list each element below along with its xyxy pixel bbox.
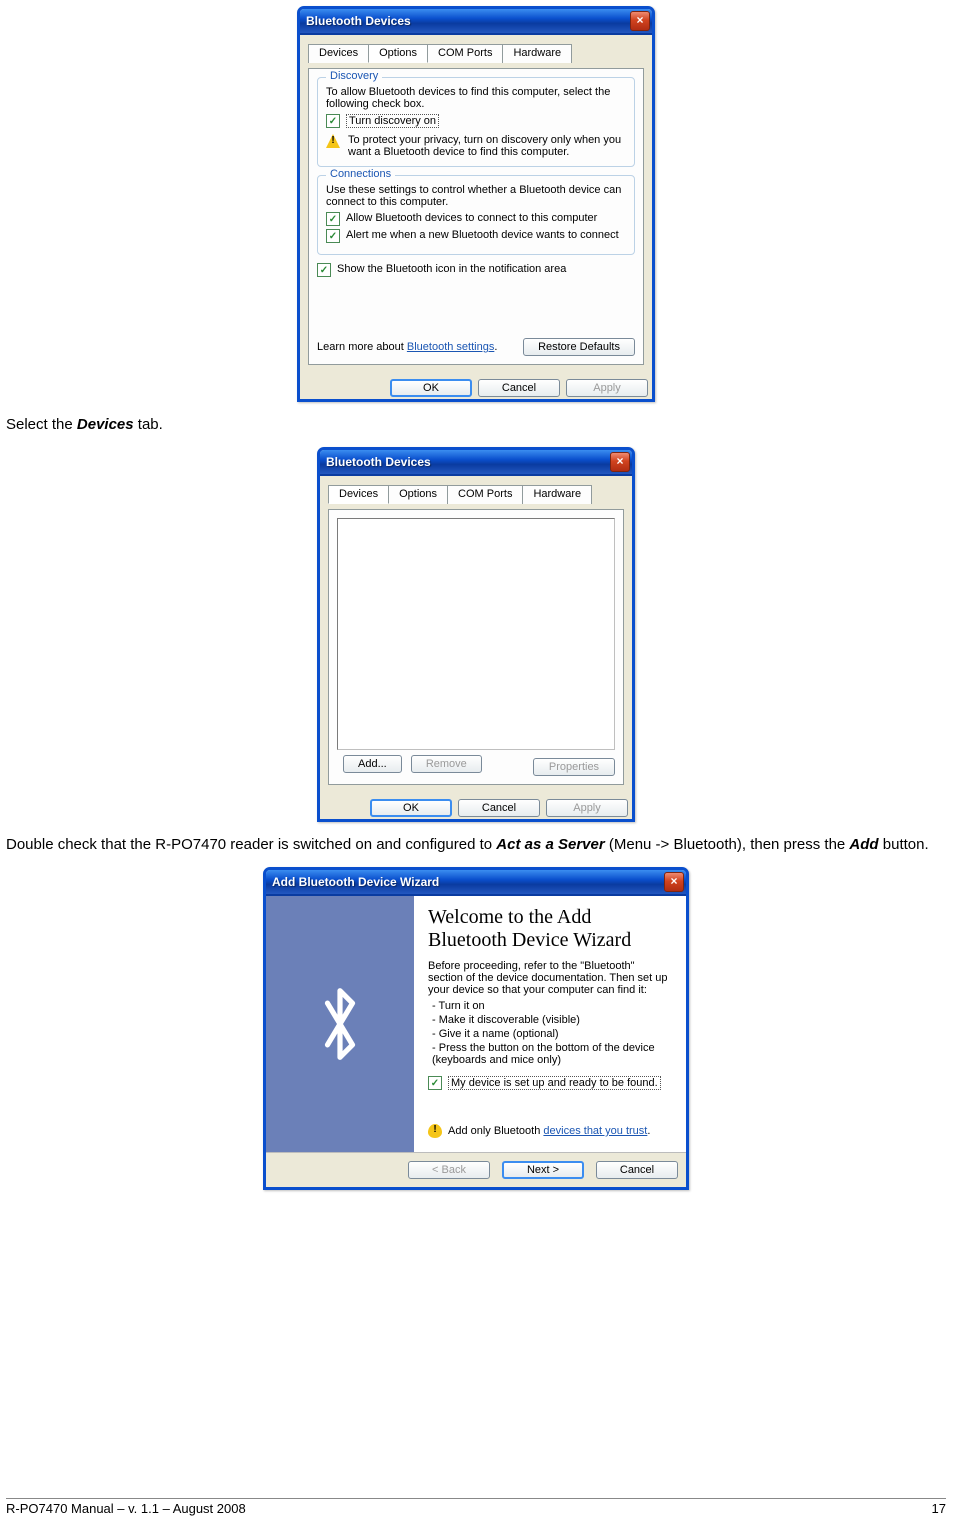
wizard-step: Turn it on xyxy=(432,1000,672,1012)
discovery-intro: To allow Bluetooth devices to find this … xyxy=(326,86,626,110)
chk-show-icon[interactable]: Show the Bluetooth icon in the notificat… xyxy=(337,263,566,275)
footer-page-number: 17 xyxy=(932,1501,946,1516)
chk-discovery-label[interactable]: Turn discovery on xyxy=(346,114,439,128)
learn-more: Learn more about Bluetooth settings. xyxy=(317,341,497,353)
chk-device-ready[interactable]: My device is set up and ready to be foun… xyxy=(448,1076,661,1090)
tab-options[interactable]: Options xyxy=(388,485,448,504)
close-icon[interactable]: × xyxy=(664,872,684,892)
tab-com-ports[interactable]: COM Ports xyxy=(447,485,523,504)
window-title: Bluetooth Devices xyxy=(306,14,411,28)
cancel-button[interactable]: Cancel xyxy=(478,379,560,397)
tab-options[interactable]: Options xyxy=(368,44,428,63)
tab-devices[interactable]: Devices xyxy=(328,485,389,504)
wizard-intro: Before proceeding, refer to the "Bluetoo… xyxy=(428,960,672,996)
window-title: Bluetooth Devices xyxy=(326,455,431,469)
wizard-heading: Welcome to the Add Bluetooth Device Wiza… xyxy=(428,906,672,952)
remove-button: Remove xyxy=(411,755,482,773)
titlebar-win2: Bluetooth Devices × xyxy=(320,450,632,476)
shield-icon xyxy=(428,1124,442,1138)
apply-button: Apply xyxy=(566,379,648,397)
window-title: Add Bluetooth Device Wizard xyxy=(272,875,439,889)
add-button[interactable]: Add... xyxy=(343,755,402,773)
instruction-add-device: Double check that the R-PO7470 reader is… xyxy=(6,836,946,853)
bluetooth-logo-panel xyxy=(266,896,414,1152)
cancel-button[interactable]: Cancel xyxy=(458,799,540,817)
page-footer: R-PO7470 Manual – v. 1.1 – August 2008 1… xyxy=(6,1498,946,1516)
bluetooth-icon xyxy=(290,974,390,1074)
titlebar-wizard: Add Bluetooth Device Wizard × xyxy=(266,870,686,896)
tabs-win2: Devices Options COM Ports Hardware xyxy=(328,484,624,503)
checkbox-icon[interactable]: ✓ xyxy=(326,212,340,226)
warning-icon xyxy=(326,134,340,148)
close-icon[interactable]: × xyxy=(610,452,630,472)
wizard-steps: Turn it on Make it discoverable (visible… xyxy=(432,1000,672,1066)
tabs-win1: Devices Options COM Ports Hardware xyxy=(308,43,644,62)
next-button[interactable]: Next > xyxy=(502,1161,584,1179)
device-list[interactable] xyxy=(337,518,615,750)
checkbox-icon[interactable]: ✓ xyxy=(326,229,340,243)
restore-defaults-button[interactable]: Restore Defaults xyxy=(523,338,635,356)
cancel-button[interactable]: Cancel xyxy=(596,1161,678,1179)
apply-button: Apply xyxy=(546,799,628,817)
tab-com-ports[interactable]: COM Ports xyxy=(427,44,503,63)
tab-hardware[interactable]: Hardware xyxy=(502,44,572,63)
properties-button: Properties xyxy=(533,758,615,776)
link-devices-trust[interactable]: devices that you trust xyxy=(543,1125,647,1137)
group-discovery-legend: Discovery xyxy=(326,70,382,82)
ok-button[interactable]: OK xyxy=(370,799,452,817)
wizard-step: Make it discoverable (visible) xyxy=(432,1014,672,1026)
wizard-step: Press the button on the bottom of the de… xyxy=(432,1042,672,1066)
discovery-warning: To protect your privacy, turn on discove… xyxy=(348,134,626,158)
back-button: < Back xyxy=(408,1161,490,1179)
tab-devices[interactable]: Devices xyxy=(308,44,369,63)
connections-intro: Use these settings to control whether a … xyxy=(326,184,626,208)
group-connections-legend: Connections xyxy=(326,168,395,180)
chk-allow-connect[interactable]: Allow Bluetooth devices to connect to th… xyxy=(346,212,597,224)
tab-hardware[interactable]: Hardware xyxy=(522,485,592,504)
checkbox-icon[interactable]: ✓ xyxy=(317,263,331,277)
trust-text: Add only Bluetooth devices that you trus… xyxy=(448,1125,650,1137)
footer-version: R-PO7470 Manual – v. 1.1 – August 2008 xyxy=(6,1501,246,1516)
close-icon[interactable]: × xyxy=(630,11,650,31)
instruction-select-devices: Select the Devices tab. xyxy=(6,416,946,433)
ok-button[interactable]: OK xyxy=(390,379,472,397)
link-bluetooth-settings[interactable]: Bluetooth settings xyxy=(407,341,494,353)
wizard-step: Give it a name (optional) xyxy=(432,1028,672,1040)
checkbox-icon[interactable]: ✓ xyxy=(326,114,340,128)
chk-alert-connect[interactable]: Alert me when a new Bluetooth device wan… xyxy=(346,229,619,241)
titlebar-win1: Bluetooth Devices × xyxy=(300,9,652,35)
checkbox-icon[interactable]: ✓ xyxy=(428,1076,442,1090)
